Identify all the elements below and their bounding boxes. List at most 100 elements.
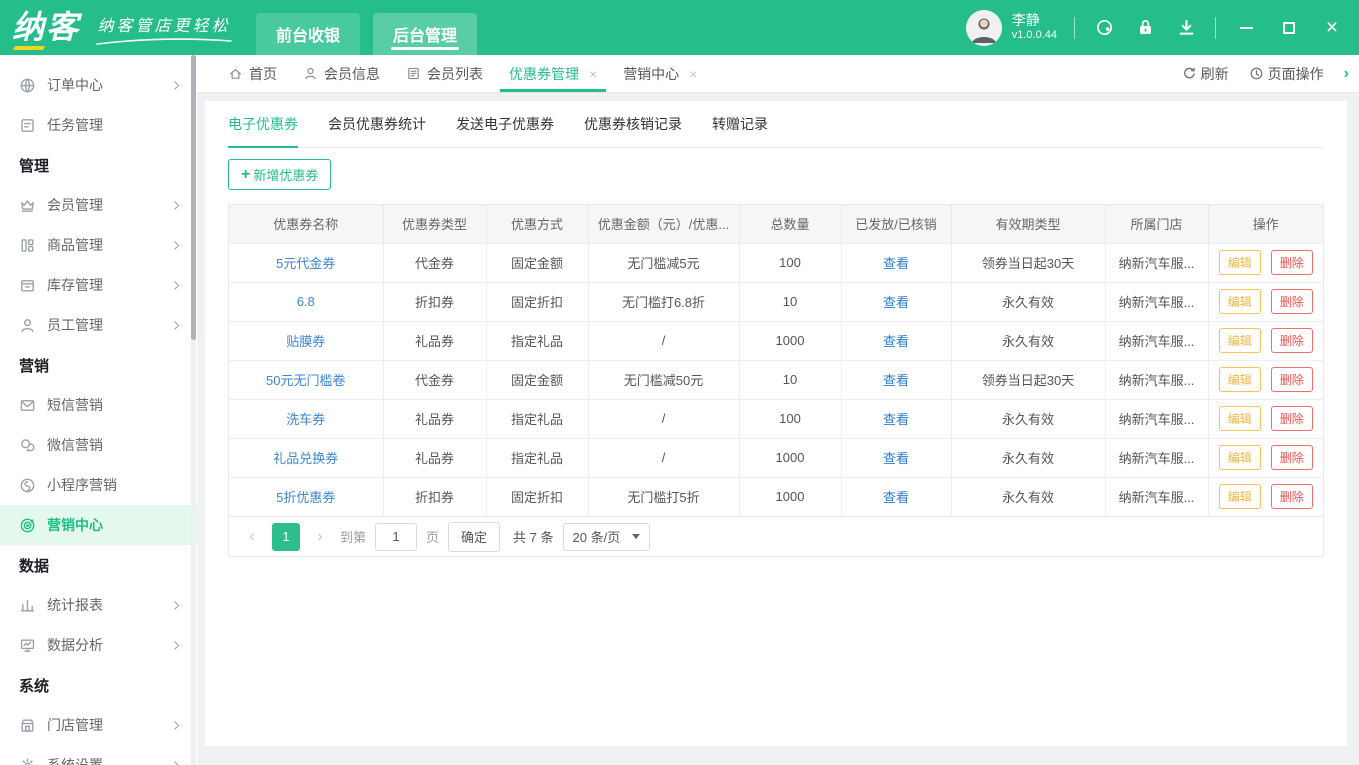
sidebar-item-marketing-center[interactable]: 营销中心 — [0, 505, 197, 545]
gear-icon — [19, 756, 37, 765]
delete-button[interactable]: 删除 — [1271, 367, 1313, 392]
mode-switch-nav: 前台收银 后台管理 — [256, 0, 477, 55]
tab-member-list[interactable]: 会员列表 — [393, 55, 496, 92]
sidebar-item-label: 门店管理 — [47, 715, 170, 735]
next-page-icon[interactable]: › — [309, 528, 331, 546]
coupon-name-link[interactable]: 贴膜券 — [286, 334, 325, 349]
sidebar-item-label: 库存管理 — [47, 275, 170, 295]
sidebar-item-wechat-marketing[interactable]: 微信营销 — [0, 425, 197, 465]
subtab-member-coupon-stats[interactable]: 会员优惠券统计 — [328, 101, 426, 147]
view-link[interactable]: 查看 — [883, 490, 909, 505]
edit-button[interactable]: 编辑 — [1219, 250, 1261, 275]
crown-icon — [19, 196, 37, 214]
subtab-e-coupon[interactable]: 电子优惠券 — [228, 101, 298, 147]
column-header: 已发放/已核销 — [841, 205, 951, 243]
coupon-name-link[interactable]: 6.8 — [297, 294, 315, 309]
coupon-name-link[interactable]: 50元无门槛卷 — [266, 373, 345, 388]
subtab-send-e-coupon[interactable]: 发送电子优惠券 — [456, 101, 554, 147]
subtab-coupon-redeem-records[interactable]: 优惠券核销记录 — [584, 101, 682, 147]
sidebar-item-inventory-management[interactable]: 库存管理 — [0, 265, 197, 305]
minimize-button[interactable] — [1233, 15, 1259, 41]
main-area: 首页会员信息会员列表优惠券管理×营销中心× 刷新 页面操作 › 电子优惠券会员优… — [197, 55, 1359, 765]
coupon-name-link[interactable]: 洗车券 — [286, 412, 325, 427]
view-link[interactable]: 查看 — [883, 412, 909, 427]
coupon-name-link[interactable]: 5元代金券 — [276, 256, 335, 271]
coupon-table: 优惠券名称优惠券类型优惠方式优惠金额（元）/优惠...总数量已发放/已核销有效期… — [229, 205, 1323, 516]
coupon-type-cell: 折扣券 — [383, 477, 486, 516]
close-button[interactable]: × — [1319, 15, 1345, 41]
coupon-name-link[interactable]: 礼品兑换券 — [273, 451, 338, 466]
edit-button[interactable]: 编辑 — [1219, 406, 1261, 431]
edit-button[interactable]: 编辑 — [1219, 484, 1261, 509]
tab-marketing-center[interactable]: 营销中心× — [610, 55, 710, 92]
miniprogram-icon — [19, 476, 37, 494]
view-link[interactable]: 查看 — [883, 334, 909, 349]
page-size-value: 20 条/页 — [573, 527, 621, 546]
edit-button[interactable]: 编辑 — [1219, 328, 1261, 353]
lock-icon[interactable] — [1133, 16, 1157, 40]
coupon-quantity-cell: 10 — [739, 360, 841, 399]
coupon-validity-cell: 永久有效 — [951, 282, 1105, 321]
sidebar-item-sms-marketing[interactable]: 短信营销 — [0, 385, 197, 425]
sidebar-item-order-center[interactable]: 订单中心 — [0, 65, 197, 105]
coupon-method-cell: 固定折扣 — [486, 282, 588, 321]
active-subtab-underline — [228, 146, 298, 148]
sidebar-item-data-analysis[interactable]: 数据分析 — [0, 625, 197, 665]
page-actions-expand-icon[interactable]: › — [1344, 65, 1349, 83]
delete-button[interactable]: 删除 — [1271, 445, 1313, 470]
edit-button[interactable]: 编辑 — [1219, 289, 1261, 314]
sidebar-scrollbar-thumb[interactable] — [191, 55, 196, 340]
view-link[interactable]: 查看 — [883, 295, 909, 310]
customer-service-icon[interactable] — [1092, 16, 1116, 40]
home-icon — [228, 66, 243, 81]
page-actions-label: 页面操作 — [1268, 64, 1324, 84]
delete-button[interactable]: 删除 — [1271, 484, 1313, 509]
page-actions-button[interactable]: 页面操作 — [1249, 64, 1324, 84]
current-page-button[interactable]: 1 — [272, 523, 300, 551]
delete-button[interactable]: 删除 — [1271, 406, 1313, 431]
front-cashier-button[interactable]: 前台收银 — [256, 13, 360, 55]
goto-page-input[interactable] — [375, 523, 417, 551]
sidebar-item-system-settings[interactable]: 系统设置 — [0, 745, 197, 765]
sidebar-item-member-management[interactable]: 会员管理 — [0, 185, 197, 225]
actions-cell: 编辑删除 — [1208, 477, 1323, 516]
view-link[interactable]: 查看 — [883, 373, 909, 388]
refresh-button[interactable]: 刷新 — [1182, 64, 1229, 84]
maximize-button[interactable] — [1276, 15, 1302, 41]
tab-member-info[interactable]: 会员信息 — [290, 55, 393, 92]
coupon-name-link[interactable]: 5折优惠券 — [276, 490, 335, 505]
view-link[interactable]: 查看 — [883, 451, 909, 466]
tab-home[interactable]: 首页 — [215, 55, 290, 92]
sidebar-item-staff-management[interactable]: 员工管理 — [0, 305, 197, 345]
coupon-quantity-cell: 100 — [739, 399, 841, 438]
delete-button[interactable]: 删除 — [1271, 328, 1313, 353]
tab-coupon-management[interactable]: 优惠券管理× — [496, 55, 610, 92]
mail-icon — [19, 396, 37, 414]
download-icon[interactable] — [1174, 16, 1198, 40]
page-size-select[interactable]: 20 条/页 — [563, 523, 651, 551]
backend-management-button[interactable]: 后台管理 — [373, 13, 477, 55]
edit-button[interactable]: 编辑 — [1219, 445, 1261, 470]
sidebar-item-product-management[interactable]: 商品管理 — [0, 225, 197, 265]
avatar[interactable] — [966, 10, 1002, 46]
delete-button[interactable]: 删除 — [1271, 289, 1313, 314]
front-cashier-label: 前台收银 — [276, 22, 340, 46]
prev-page-icon[interactable]: ‹ — [241, 528, 263, 546]
delete-button[interactable]: 删除 — [1271, 250, 1313, 275]
add-coupon-button[interactable]: + 新增优惠券 — [228, 159, 331, 190]
view-link[interactable]: 查看 — [883, 256, 909, 271]
sidebar-item-task-management[interactable]: 任务管理 — [0, 105, 197, 145]
coupon-validity-cell: 永久有效 — [951, 399, 1105, 438]
subtab-gift-records[interactable]: 转赠记录 — [712, 101, 768, 147]
sidebar-item-store-management[interactable]: 门店管理 — [0, 705, 197, 745]
tab-close-icon[interactable]: × — [589, 66, 597, 82]
coupon-name-cell: 贴膜券 — [229, 321, 383, 360]
coupon-store-cell: 纳新汽车服... — [1105, 438, 1208, 477]
sidebar-item-miniprogram-marketing[interactable]: 小程序营销 — [0, 465, 197, 505]
tab-close-icon[interactable]: × — [689, 66, 697, 82]
issued-redeemed-cell: 查看 — [841, 282, 951, 321]
coupon-quantity-cell: 1000 — [739, 438, 841, 477]
goto-confirm-button[interactable]: 确定 — [448, 522, 500, 552]
edit-button[interactable]: 编辑 — [1219, 367, 1261, 392]
sidebar-item-statistics-report[interactable]: 统计报表 — [0, 585, 197, 625]
